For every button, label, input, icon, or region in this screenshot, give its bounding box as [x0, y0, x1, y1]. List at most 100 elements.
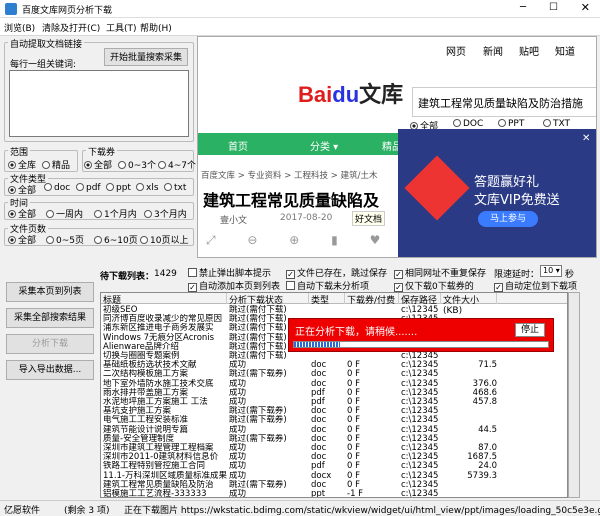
type-ppt-radio[interactable]: ppt	[106, 183, 131, 193]
time-all-radio[interactable]: 全部	[8, 207, 36, 220]
type-txt-radio[interactable]: txt	[164, 183, 186, 193]
status-remaining: (剩余 3 项)	[64, 506, 110, 516]
only-free-checkbox[interactable]: ✓ 仅下载0下载券的	[394, 279, 474, 292]
col-size[interactable]: 文件大小(KB)	[441, 293, 497, 316]
pages-10plus-radio[interactable]: 10页以上	[140, 233, 188, 246]
batch-search-button[interactable]: 开始批量搜索采集	[104, 48, 188, 66]
table-cell: ppt	[311, 489, 326, 498]
filter-doc-radio[interactable]: DOC	[453, 119, 483, 129]
import-export-button[interactable]: 导入导出数据...	[6, 360, 94, 380]
status-bar: 亿愿软件 (剩余 3 项) 正在下载图片 https://wkstatic.bd…	[0, 500, 600, 516]
search-input[interactable]: 建筑工程常见质量缺陷及防治措施	[412, 87, 596, 117]
vip-ad-banner[interactable]: ✕ 答题赢好礼 文库VIP免费送 马上参与	[398, 129, 596, 257]
range-premium-radio[interactable]: 精品	[42, 158, 70, 171]
baidu-wenku-logo[interactable]: Baidu文库	[298, 77, 403, 109]
table-header: 标题 分析下载状态 类型 下载券/付费 保存路径 文件大小(KB)	[101, 293, 567, 316]
collect-all-button[interactable]: 采集全部搜索结果	[6, 308, 94, 328]
type-all-label: 全部	[18, 186, 37, 196]
auto-download-label: 自动下载未分析项	[297, 282, 370, 292]
title-bar: 百度文库网页分析下载 ─ ☐ ✕	[0, 0, 600, 18]
menu-help[interactable]: 帮助(H)	[140, 21, 172, 34]
nav-web[interactable]: 网页	[446, 43, 466, 58]
maximize-icon[interactable]: ☐	[549, 2, 558, 13]
speed-select[interactable]: 10 ▾	[540, 265, 562, 277]
time-week-label: 一周内	[56, 210, 84, 220]
time-3month-radio[interactable]: 3个月内	[144, 207, 187, 220]
coupon-4-7-label: 4~7个	[168, 161, 196, 171]
wenku-nav-home[interactable]: 首页	[228, 138, 248, 153]
time-week-radio[interactable]: 一周内	[46, 207, 83, 220]
filter-ppt-radio[interactable]: PPT	[498, 119, 524, 129]
download-list-count: 1429	[154, 269, 177, 279]
menu-browse[interactable]: 浏览(B)	[4, 21, 35, 34]
wenku-nav-category[interactable]: 分类 ▾	[310, 138, 338, 153]
progress-bar	[293, 341, 549, 348]
table-cell: 成功	[229, 489, 247, 498]
auto-add-checkbox[interactable]: ✓ 自动添加本页到列表	[188, 279, 280, 292]
type-pdf-radio[interactable]: pdf	[76, 183, 101, 193]
web-view[interactable]: 网页 新闻 贴吧 知道 Baidu文库 建筑工程常见质量缺陷及防治措施 全部 D…	[197, 36, 597, 258]
logo-du: du	[332, 82, 360, 107]
menu-tools[interactable]: 工具(T)	[106, 21, 137, 34]
time-month-label: 1个月内	[104, 210, 137, 220]
table-row[interactable]: 铝模施工工艺流程-333333 成功 ppt -1 F c:\12345	[101, 489, 567, 498]
skip-existing-checkbox[interactable]: ✓ 文件已存在，跳过保存	[286, 266, 387, 279]
pages-6-10-radio[interactable]: 6~10页	[94, 233, 138, 246]
nav-zhidao[interactable]: 知道	[555, 43, 575, 58]
coupon-0-3-radio[interactable]: 0~3个	[118, 158, 156, 171]
table-cell: c:\12345	[401, 489, 439, 498]
ad-logo-icon	[404, 155, 470, 221]
coupon-label: 下载券	[86, 145, 118, 158]
block-script-checkbox[interactable]: 禁止弹出脚本提示	[188, 266, 271, 279]
collect-page-button[interactable]: 采集本页到列表	[6, 282, 94, 302]
ad-join-button[interactable]: 马上参与	[478, 211, 538, 227]
type-xls-label: xls	[146, 183, 159, 193]
analyze-download-button[interactable]: 分析下载	[6, 334, 94, 354]
type-doc-radio[interactable]: doc	[44, 183, 70, 193]
logo-bai: Bai	[298, 82, 333, 107]
progress-fill	[294, 342, 340, 347]
nav-tieba[interactable]: 贴吧	[519, 43, 539, 58]
close-icon[interactable]: ✕	[581, 1, 590, 14]
pages-all-label: 全部	[18, 236, 37, 246]
range-all-radio[interactable]: 全库	[8, 158, 36, 171]
pages-6-10-label: 6~10页	[104, 236, 138, 246]
keyword-textarea[interactable]	[9, 70, 189, 137]
col-coupon[interactable]: 下载券/付费	[345, 293, 399, 306]
pages-0-5-radio[interactable]: 0~5页	[46, 233, 84, 246]
table-scrollbar[interactable]	[568, 292, 580, 498]
no-dup-url-checkbox[interactable]: ✓ 相同网址不重复保存	[394, 266, 486, 279]
author-name[interactable]: 壹小文	[220, 213, 247, 226]
progress-text: 正在分析下载，请稍候.......	[295, 327, 418, 338]
minimize-icon[interactable]: ─	[520, 2, 526, 13]
type-doc-label: doc	[54, 183, 71, 193]
good-doc-badge: 好文档	[352, 211, 386, 226]
breadcrumb[interactable]: 百度文库 > 专业资料 > 工程科技 > 建筑/土木	[201, 169, 377, 181]
window-title: 百度文库网页分析下载	[22, 6, 113, 16]
table-cell: -1 F	[347, 489, 364, 498]
download-list-label: 待下载列表：	[100, 272, 155, 282]
nav-news[interactable]: 新闻	[483, 43, 503, 58]
menu-bar: 浏览(B) 清除及打开(C) 工具(T) 帮助(H)	[0, 18, 600, 36]
col-status[interactable]: 分析下载状态	[227, 293, 309, 306]
pages-all-radio[interactable]: 全部	[8, 233, 36, 246]
type-xls-radio[interactable]: xls	[136, 183, 159, 193]
progress-dialog: 正在分析下载，请稍候....... 停止	[288, 318, 554, 352]
time-all-label: 全部	[18, 210, 37, 220]
time-month-radio[interactable]: 1个月内	[94, 207, 137, 220]
coupon-4-7-radio[interactable]: 4~7个	[158, 158, 196, 171]
keyword-label: 每行一组关键词:	[10, 60, 77, 70]
auto-locate-checkbox[interactable]: ✓ 自动定位到下载项	[494, 279, 577, 292]
ad-close-icon[interactable]: ✕	[582, 133, 590, 144]
col-path[interactable]: 保存路径	[399, 293, 441, 306]
menu-clear-open[interactable]: 清除及打开(C)	[42, 21, 100, 34]
app-icon	[5, 3, 17, 15]
ad-line1: 答题赢好礼	[474, 175, 540, 190]
stop-button[interactable]: 停止	[515, 323, 545, 337]
filter-txt-radio[interactable]: TXT	[543, 119, 570, 129]
coupon-all-radio[interactable]: 全部	[84, 158, 112, 171]
auto-download-checkbox[interactable]: 自动下载未分析项	[286, 279, 369, 292]
col-type[interactable]: 类型	[309, 293, 345, 306]
type-all-radio[interactable]: 全部	[8, 183, 36, 196]
col-title[interactable]: 标题	[101, 293, 227, 306]
